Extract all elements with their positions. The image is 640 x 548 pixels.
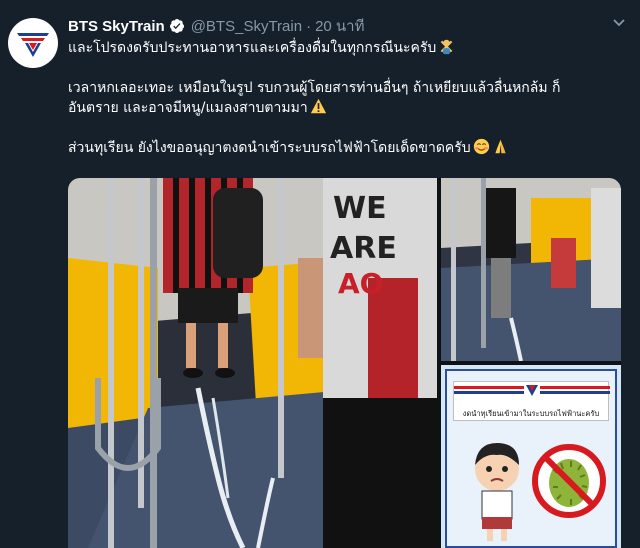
account-handle[interactable]: @BTS_SkyTrain: [191, 18, 302, 35]
profile-avatar[interactable]: [8, 18, 58, 68]
verified-badge-icon: [169, 19, 184, 33]
smiling-face-icon: [473, 138, 489, 155]
more-options-caret-icon[interactable]: [610, 14, 628, 32]
tweet-line: อันตราย และอาจมีหนู/แมลงสาบตามมา: [68, 98, 628, 118]
tweet-line-text: ส่วนทุเรียน ยังไงขออนุญาตงดนำเข้าระบบรถไ…: [68, 140, 471, 156]
svg-text:AO: AO: [338, 267, 383, 300]
person-gesturing-no-icon: [440, 39, 453, 55]
separator-dot: ·: [306, 17, 312, 35]
tweet-text: และโปรดงดรับประทานอาหารและเครื่องดื่มในท…: [68, 38, 628, 158]
tweet-header: BTS SkyTrain @BTS_SkyTrain · 20 นาที: [68, 14, 365, 38]
poster-banner: งดนำทุเรียนเข้ามาในระบบรถไฟฟ้านะครับ: [453, 381, 610, 421]
shirt-print-text: WE: [333, 191, 387, 226]
tweet-line-text: อันตราย และอาจมีหนู/แมลงสาบตามมา: [68, 100, 308, 116]
media-photo-main[interactable]: WE ARE AO: [68, 178, 437, 548]
warning-icon: [310, 98, 326, 114]
tweet-line: ส่วนทุเรียน ยังไงขออนุญาตงดนำเข้าระบบรถไ…: [68, 138, 628, 158]
tweet-line: และโปรดงดรับประทานอาหารและเครื่องดื่มในท…: [68, 38, 628, 58]
tweet-line: เวลาหกเลอะเทอะ เหมือนในรูป รบกวนผู้โดยสา…: [68, 78, 628, 98]
bts-logo-icon: [12, 22, 54, 64]
display-name[interactable]: BTS SkyTrain: [68, 18, 165, 35]
poster-text: งดนำทุเรียนเข้ามาในระบบรถไฟฟ้านะครับ: [462, 409, 600, 418]
tweet-line-text: และโปรดงดรับประทานอาหารและเครื่องดื่มในท…: [68, 40, 437, 56]
poster-frame: งดนำทุเรียนเข้ามาในระบบรถไฟฟ้านะครับ: [445, 369, 617, 548]
svg-text:ARE: ARE: [330, 231, 397, 266]
tweet-line-text: เวลาหกเลอะเทอะ เหมือนในรูป รบกวนผู้โดยสา…: [68, 80, 561, 96]
tweet-timestamp[interactable]: 20 นาที: [315, 14, 364, 38]
tweet-media-grid[interactable]: WE ARE AO งดนำทุเรียนเข้ามาในระบบรถไฟฟ้า…: [68, 178, 621, 548]
folded-hands-icon: [495, 139, 506, 154]
media-poster-no-durian[interactable]: งดนำทุเรียนเข้ามาในระบบรถไฟฟ้านะครับ: [441, 365, 621, 548]
no-durian-illustration: [475, 443, 606, 541]
tweet-card[interactable]: BTS SkyTrain @BTS_SkyTrain · 20 นาที และ…: [0, 0, 640, 548]
media-photo-top-right[interactable]: [441, 178, 621, 361]
